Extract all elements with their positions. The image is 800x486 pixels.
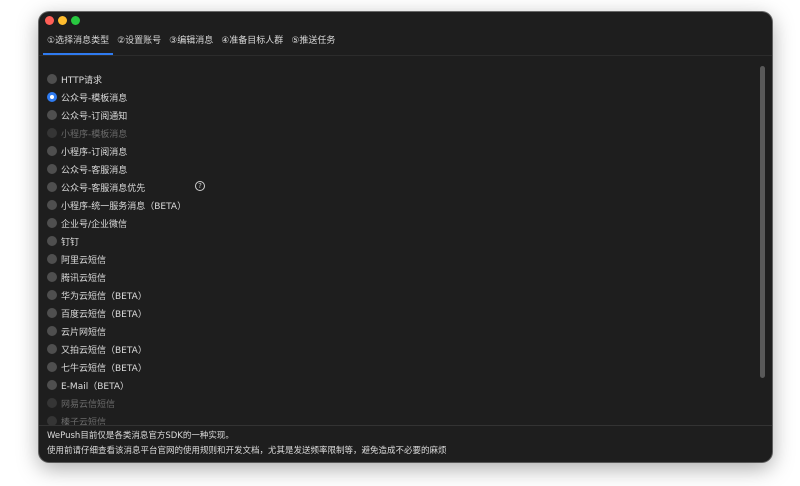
option-label: 公众号-客服消息	[61, 165, 128, 176]
option-mp-subscribe-notice[interactable]: 公众号-订阅通知	[47, 106, 747, 124]
radio-button[interactable]	[47, 182, 57, 192]
option-qiniu-sms[interactable]: 七牛云短信（BETA）	[47, 358, 747, 376]
radio-button[interactable]	[47, 326, 57, 336]
option-label: 公众号-客服消息优先	[61, 183, 146, 194]
radio-button[interactable]	[47, 290, 57, 300]
option-label: 小程序-模板消息	[61, 129, 128, 140]
option-label: 企业号/企业微信	[61, 219, 128, 230]
tab-push-task[interactable]: ⑤推送任务	[287, 31, 339, 55]
radio-button[interactable]	[47, 146, 57, 156]
radio-button[interactable]	[47, 362, 57, 372]
title-bar	[39, 12, 772, 30]
radio-button[interactable]	[47, 164, 57, 174]
radio-button[interactable]	[47, 92, 57, 102]
option-aliyun-sms[interactable]: 阿里云短信	[47, 250, 747, 268]
option-label: 公众号-模板消息	[61, 93, 128, 104]
radio-button[interactable]	[47, 254, 57, 264]
option-email[interactable]: E-Mail（BETA）	[47, 376, 747, 394]
radio-button[interactable]	[47, 308, 57, 318]
option-label: 百度云短信（BETA）	[61, 309, 147, 320]
message-type-list: HTTP请求 公众号-模板消息 公众号-订阅通知 小程序-模板消息 小程序-订阅…	[47, 70, 747, 430]
radio-button[interactable]	[47, 272, 57, 282]
option-mp-template-message[interactable]: 公众号-模板消息	[47, 88, 747, 106]
option-http-request[interactable]: HTTP请求	[47, 70, 747, 88]
radio-button[interactable]	[47, 236, 57, 246]
option-miniapp-unified-service-message[interactable]: 小程序-统一服务消息（BETA）	[47, 196, 747, 214]
radio-button[interactable]	[47, 344, 57, 354]
option-label: 网易云信短信	[61, 399, 116, 410]
footer-line-2: 使用前请仔细查看该消息平台官网的使用规则和开发文档，尤其是发送频率限制等，避免造…	[47, 446, 447, 456]
option-mp-customer-message-priority[interactable]: 公众号-客服消息优先?	[47, 178, 747, 196]
radio-button[interactable]	[47, 110, 57, 120]
option-zhenzi-sms: 榛子云短信	[47, 412, 747, 430]
option-wecom[interactable]: 企业号/企业微信	[47, 214, 747, 232]
option-label: 又拍云短信（BETA）	[61, 345, 147, 356]
radio-button[interactable]	[47, 200, 57, 210]
option-yunpian-sms[interactable]: 云片网短信	[47, 322, 747, 340]
tab-set-account[interactable]: ②设置账号	[113, 31, 165, 55]
option-miniapp-subscribe-message[interactable]: 小程序-订阅消息	[47, 142, 747, 160]
tab-divider	[39, 55, 772, 56]
option-label: 钉钉	[61, 237, 80, 248]
option-label: 华为云短信（BETA）	[61, 291, 147, 302]
tab-edit-message[interactable]: ③编辑消息	[165, 31, 217, 55]
option-netease-sms: 网易云信短信	[47, 394, 747, 412]
option-huawei-sms[interactable]: 华为云短信（BETA）	[47, 286, 747, 304]
radio-button[interactable]	[47, 218, 57, 228]
option-dingtalk[interactable]: 钉钉	[47, 232, 747, 250]
option-label: 公众号-订阅通知	[61, 111, 128, 122]
option-miniapp-template-message: 小程序-模板消息	[47, 124, 747, 142]
option-label: 云片网短信	[61, 327, 107, 338]
tab-select-message-type[interactable]: ①选择消息类型	[43, 31, 114, 55]
radio-button[interactable]	[47, 380, 57, 390]
option-upyun-sms[interactable]: 又拍云短信（BETA）	[47, 340, 747, 358]
option-label: 阿里云短信	[61, 255, 107, 266]
minimize-window-button[interactable]	[58, 16, 67, 25]
step-tabs: ①选择消息类型 ②设置账号 ③编辑消息 ④准备目标人群 ⑤推送任务	[43, 31, 772, 55]
radio-button	[47, 128, 57, 138]
option-label: 腾讯云短信	[61, 273, 107, 284]
option-baidu-sms[interactable]: 百度云短信（BETA）	[47, 304, 747, 322]
close-window-button[interactable]	[45, 16, 54, 25]
question-circle-icon[interactable]: ?	[195, 181, 205, 191]
option-label: HTTP请求	[61, 75, 103, 86]
option-tencent-sms[interactable]: 腾讯云短信	[47, 268, 747, 286]
footer-notice: WePush目前仅是各类消息官方SDK的一种实现。 使用前请仔细查看该消息平台官…	[47, 429, 764, 459]
footer-divider	[39, 425, 772, 426]
app-window: ①选择消息类型 ②设置账号 ③编辑消息 ④准备目标人群 ⑤推送任务 HTTP请求…	[39, 12, 772, 462]
radio-button[interactable]	[47, 74, 57, 84]
scrollbar-thumb[interactable]	[760, 66, 765, 378]
option-mp-customer-message[interactable]: 公众号-客服消息	[47, 160, 747, 178]
list-scrollbar[interactable]	[759, 56, 767, 428]
option-label: E-Mail（BETA）	[61, 381, 130, 392]
option-label: 七牛云短信（BETA）	[61, 363, 147, 374]
option-label: 小程序-统一服务消息（BETA）	[61, 201, 187, 212]
option-label: 小程序-订阅消息	[61, 147, 128, 158]
maximize-window-button[interactable]	[71, 16, 80, 25]
tab-prepare-target-users[interactable]: ④准备目标人群	[217, 31, 287, 55]
radio-button	[47, 398, 57, 408]
footer-line-1: WePush目前仅是各类消息官方SDK的一种实现。	[47, 431, 234, 441]
